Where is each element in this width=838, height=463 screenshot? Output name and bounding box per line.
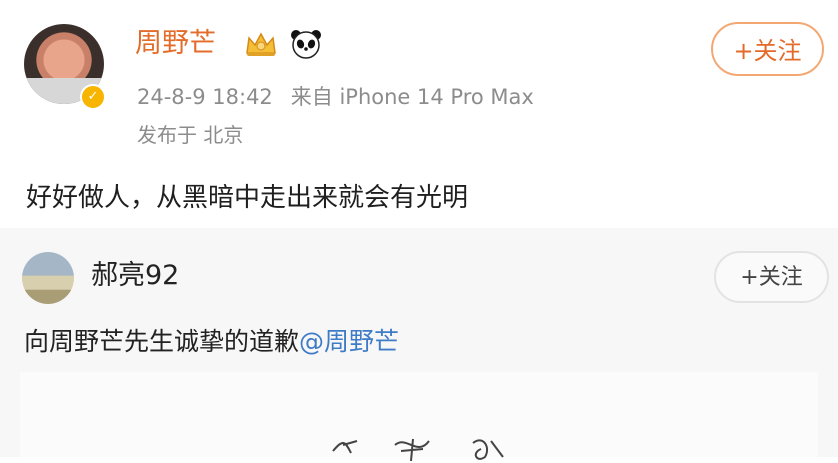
post-location: 发布于 北京 (137, 123, 244, 147)
repost-text: 向周野芒先生诚挚的道歉@周野芒 (24, 325, 399, 359)
repost-card: 郝亮92 +关注 向周野芒先生诚挚的道歉@周野芒 (0, 228, 838, 462)
repost-username[interactable]: 郝亮92 (91, 258, 179, 294)
post-username[interactable]: 周野芒 (135, 26, 216, 62)
verified-badge-icon: ✓ (80, 84, 106, 110)
post-source: 来自 iPhone 14 Pro Max (290, 85, 534, 109)
post-text: 好好做人，从黑暗中走出来就会有光明 (26, 183, 469, 213)
main-post-card: ✓ 周野芒 24-8-9 18:42 来自 iPhone 14 Pro Max 发… (0, 0, 838, 228)
apology-document-preview[interactable] (20, 372, 818, 462)
panda-icon (291, 30, 321, 59)
repost-follow-button[interactable]: +关注 (714, 251, 829, 303)
follow-button[interactable]: +关注 (711, 22, 824, 76)
post-meta: 24-8-9 18:42 来自 iPhone 14 Pro Max (137, 83, 552, 111)
handwritten-signature (332, 438, 504, 462)
repost-text-prefix: 向周野芒先生诚挚的道歉 (24, 327, 300, 356)
repost-avatar[interactable] (22, 252, 74, 304)
post-timestamp: 24-8-9 18:42 (137, 85, 273, 109)
mention-link[interactable]: @周野芒 (299, 327, 399, 356)
vip-crown-icon (246, 32, 276, 56)
